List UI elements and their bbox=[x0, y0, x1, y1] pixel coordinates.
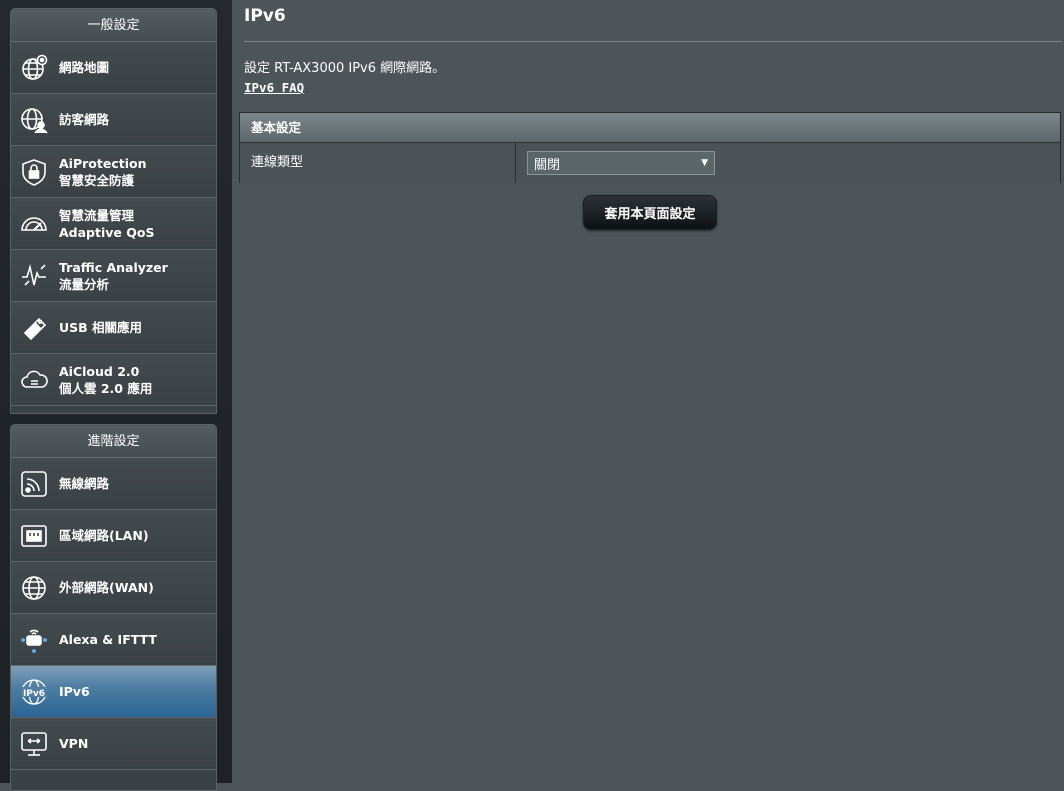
usb-drive-icon bbox=[18, 312, 50, 344]
label-line1: Traffic Analyzer bbox=[59, 259, 168, 275]
traffic-analyzer-icon bbox=[18, 260, 50, 292]
label-line1: 區域網路(LAN) bbox=[59, 528, 149, 543]
sidebar-item-label: Traffic Analyzer 流量分析 bbox=[59, 259, 168, 293]
connection-type-label: 連線類型 bbox=[240, 143, 516, 183]
page-title: IPv6 bbox=[244, 6, 286, 26]
label-line2: 流量分析 bbox=[59, 276, 110, 292]
sidebar-item-label: 智慧流量管理 Adaptive QoS bbox=[59, 207, 154, 241]
label-line1: 外部網路(WAN) bbox=[59, 580, 154, 595]
connection-type-row: 連線類型 關閉 ▼ bbox=[240, 143, 1060, 183]
lan-icon bbox=[18, 520, 50, 552]
sidebar-item-wireless[interactable]: 無線網路 bbox=[11, 458, 216, 510]
sidebar-item-label: USB 相關應用 bbox=[59, 319, 142, 336]
sidebar-item-label: AiCloud 2.0 個人雲 2.0 應用 bbox=[59, 363, 152, 397]
sidebar-item-label: IPv6 bbox=[59, 683, 90, 700]
sidebar-item-label: 外部網路(WAN) bbox=[59, 579, 154, 596]
menu-group-advanced: 進階設定 無線網路 區域網路(LAN) 外部網路(WAN) Alexa & IF… bbox=[10, 424, 217, 791]
sidebar-item-label: 訪客網路 bbox=[59, 111, 109, 128]
sidebar-item-alexa-ifttt[interactable]: Alexa & IFTTT bbox=[11, 614, 216, 666]
sidebar-item-adaptive-qos[interactable]: 智慧流量管理 Adaptive QoS bbox=[11, 198, 216, 250]
connection-type-cell: 關閉 ▼ bbox=[516, 143, 1060, 183]
cloud-icon bbox=[18, 364, 50, 396]
sidebar-item-guest-network[interactable]: 訪客網路 bbox=[11, 94, 216, 146]
sidebar-item-label: VPN bbox=[59, 735, 88, 752]
sidebar-item-lan[interactable]: 區域網路(LAN) bbox=[11, 510, 216, 562]
ipv6-globe-icon: IPv6 bbox=[18, 676, 50, 708]
network-map-icon bbox=[18, 52, 50, 84]
label-line1: IPv6 bbox=[59, 684, 90, 699]
shield-lock-icon bbox=[18, 156, 50, 188]
label-line2: 個人雲 2.0 應用 bbox=[59, 380, 153, 396]
menu-header-general: 一般設定 bbox=[11, 9, 216, 42]
sidebar-item-label: 無線網路 bbox=[59, 475, 109, 492]
svg-text:IPv6: IPv6 bbox=[23, 689, 45, 699]
sidebar-item-aicloud[interactable]: AiCloud 2.0 個人雲 2.0 應用 bbox=[11, 354, 216, 406]
page-description: 設定 RT-AX3000 IPv6 網際網路。 bbox=[244, 61, 446, 76]
sidebar-item-wan[interactable]: 外部網路(WAN) bbox=[11, 562, 216, 614]
label-line1: 訪客網路 bbox=[59, 112, 110, 127]
label-line1: AiProtection bbox=[59, 155, 147, 171]
label-line1: Alexa & IFTTT bbox=[59, 632, 157, 647]
sidebar-item-usb[interactable]: USB 相關應用 bbox=[11, 302, 216, 354]
label-line1: USB 相關應用 bbox=[59, 320, 143, 335]
label-line1: 智慧流量管理 bbox=[59, 207, 135, 223]
sidebar-item-label: 網路地圖 bbox=[59, 59, 109, 76]
title-divider bbox=[244, 41, 1062, 42]
connection-type-value: 關閉 bbox=[534, 157, 561, 173]
sidebar-item-label: Alexa & IFTTT bbox=[59, 631, 157, 648]
globe-icon bbox=[18, 572, 50, 604]
sidebar: 一般設定 網路地圖 訪客網路 AiProtection 智慧安全防護 智慧流量管… bbox=[0, 0, 232, 791]
sidebar-item-network-map[interactable]: 網路地圖 bbox=[11, 42, 216, 94]
label-line1: 網路地圖 bbox=[59, 60, 110, 75]
label-line2: 智慧安全防護 bbox=[59, 172, 135, 188]
label-line1: AiCloud 2.0 bbox=[59, 363, 140, 379]
wireless-icon bbox=[18, 468, 50, 500]
menu-header-advanced: 進階設定 bbox=[11, 425, 216, 458]
sidebar-item-label: AiProtection 智慧安全防護 bbox=[59, 155, 146, 189]
label-line1: VPN bbox=[59, 736, 89, 751]
connection-type-select[interactable]: 關閉 ▼ bbox=[527, 151, 715, 175]
label-line1: 無線網路 bbox=[59, 476, 110, 491]
speedometer-icon bbox=[18, 208, 50, 240]
basic-settings-table: 基本設定 連線類型 關閉 ▼ bbox=[239, 112, 1061, 183]
guest-network-icon bbox=[18, 104, 50, 136]
sidebar-item-traffic-analyzer[interactable]: Traffic Analyzer 流量分析 bbox=[11, 250, 216, 302]
sidebar-item-label: 區域網路(LAN) bbox=[59, 527, 149, 544]
dropdown-arrow-icon: ▼ bbox=[701, 158, 708, 168]
smart-home-icon bbox=[18, 624, 50, 656]
apply-button[interactable]: 套用本頁面設定 bbox=[583, 195, 717, 230]
section-header: 基本設定 bbox=[240, 113, 1060, 143]
sidebar-item-aiprotection[interactable]: AiProtection 智慧安全防護 bbox=[11, 146, 216, 198]
label-line2: Adaptive QoS bbox=[59, 224, 155, 240]
main-content: IPv6 設定 RT-AX3000 IPv6 網際網路。 IPv6 FAQ 基本… bbox=[232, 0, 1064, 783]
sidebar-item-ipv6[interactable]: IPv6 IPv6 bbox=[11, 666, 216, 718]
vpn-monitor-icon bbox=[18, 728, 50, 760]
ipv6-faq-link[interactable]: IPv6 FAQ bbox=[244, 80, 304, 95]
menu-group-general: 一般設定 網路地圖 訪客網路 AiProtection 智慧安全防護 智慧流量管… bbox=[10, 8, 217, 414]
sidebar-item-vpn[interactable]: VPN bbox=[11, 718, 216, 770]
